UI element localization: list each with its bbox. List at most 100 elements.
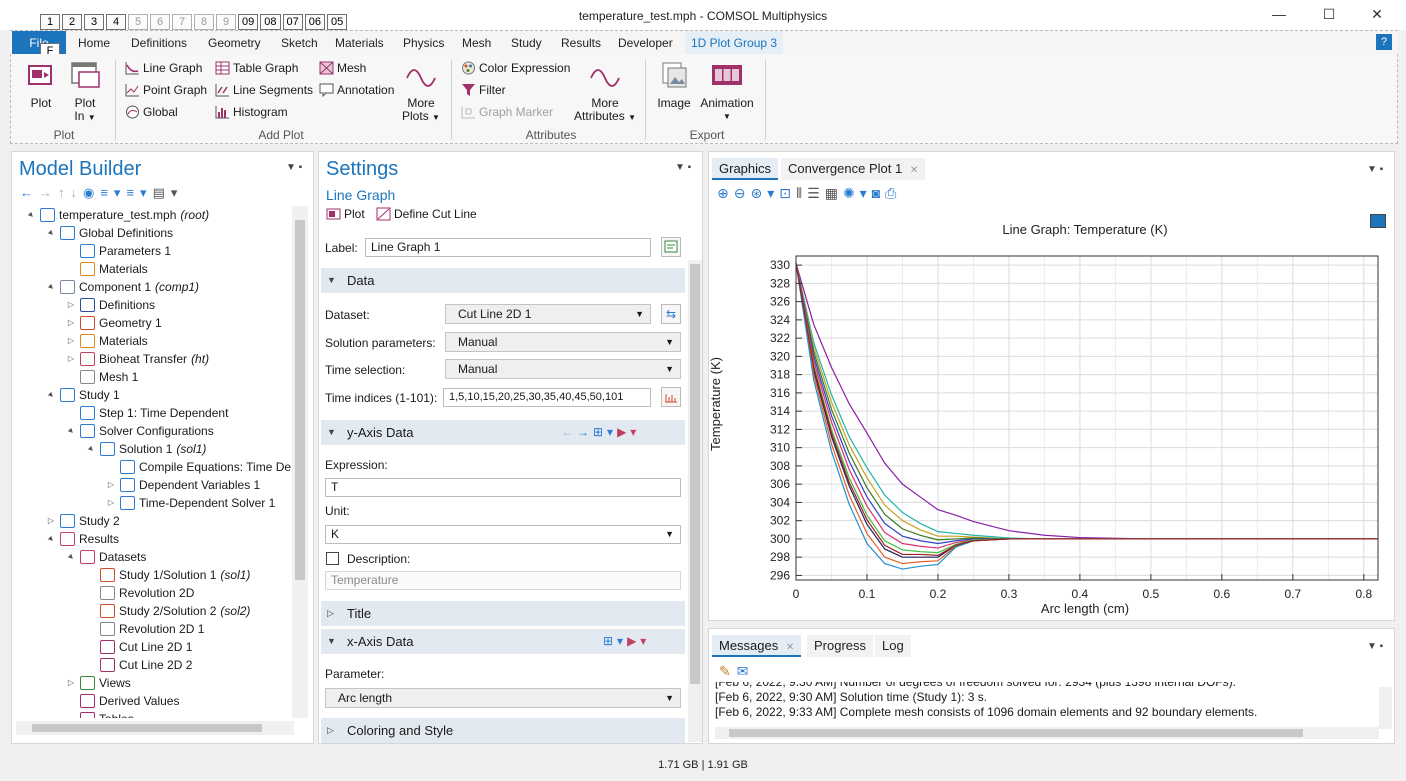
messages-hscrollbar[interactable] [715, 727, 1379, 739]
tree-scrollbar[interactable] [292, 206, 308, 718]
tab-materials[interactable]: Materials [335, 31, 384, 55]
tab-developer[interactable]: Developer [618, 31, 673, 55]
expand-triangle-icon[interactable]: ▷ [106, 494, 116, 512]
collapse-triangle-icon[interactable]: ▲ [41, 385, 61, 405]
tree-node[interactable]: Materials [66, 260, 148, 278]
tree-node[interactable]: Revolution 2D [86, 584, 194, 602]
tree-scrollbar-thumb[interactable] [295, 220, 305, 580]
time-indices-field[interactable]: 1,5,10,15,20,25,30,35,40,45,50,101 [443, 388, 651, 407]
histogram-button[interactable]: Histogram [215, 102, 288, 122]
help-button[interactable]: ? [1376, 34, 1392, 50]
collapse-triangle-icon[interactable]: ▲ [61, 421, 81, 441]
expression-field[interactable]: T [325, 478, 681, 497]
tree-node[interactable]: ▷ Bioheat Transfer (ht) [66, 350, 209, 368]
tree-node[interactable]: ▷ Time-Dependent Solver 1 [106, 494, 275, 512]
tree-node[interactable]: ▲ Study 1 [45, 386, 120, 404]
unit-select[interactable]: K ▼ [325, 525, 681, 544]
tree-node[interactable]: Cut Line 2D 2 [86, 656, 192, 674]
camera-icon[interactable]: ◙ [872, 185, 885, 201]
collapse-icon[interactable]: ≡▾ [126, 185, 152, 200]
tab-mesh[interactable]: Mesh [462, 31, 491, 55]
tab-graphics[interactable]: Graphics [712, 158, 779, 180]
tree-node[interactable]: Study 1/Solution 1 (sol1) [86, 566, 250, 584]
line-graph-button[interactable]: Line Graph [125, 58, 202, 78]
close-tab-icon[interactable]: ✕ [786, 642, 794, 653]
maximize-button[interactable]: ☐ [1314, 4, 1344, 24]
collapse-triangle-icon[interactable]: ▲ [41, 529, 61, 549]
tab-results[interactable]: Results [561, 31, 601, 55]
legend-icon[interactable]: ☰ [807, 185, 825, 201]
tree-node[interactable]: ▲ Global Definitions [45, 224, 173, 242]
move-down-icon[interactable]: ↓ [71, 185, 84, 200]
tree-node[interactable]: ▲ Datasets [65, 548, 146, 566]
dataset-goto-button[interactable]: ⇆ [661, 304, 681, 324]
section-y-axis-data[interactable]: ▼ y-Axis Data ←→⊞▾▶▾ [321, 420, 685, 445]
table-graph-button[interactable]: Table Graph [215, 58, 298, 78]
tab-geometry[interactable]: Geometry [208, 31, 261, 55]
messages-hscrollbar-thumb[interactable] [729, 729, 1303, 737]
section-data[interactable]: ▼ Data [321, 268, 685, 293]
settings-plot-button[interactable]: Plot [326, 204, 365, 224]
zoom-in-icon[interactable]: ⊕ [717, 185, 734, 201]
collapse-triangle-icon[interactable]: ▲ [41, 277, 61, 297]
tree-node[interactable]: ▲ Solver Configurations [65, 422, 214, 440]
dataset-select[interactable]: Cut Line 2D 1 ▼ [445, 304, 651, 324]
replace-expression-left-icon[interactable]: ← [561, 425, 577, 439]
back-arrow-icon[interactable]: ← [20, 185, 39, 200]
tree-node[interactable]: Compile Equations: Time De [106, 458, 291, 476]
description-field[interactable]: Temperature [325, 571, 681, 590]
forward-arrow-icon[interactable]: → [39, 185, 58, 200]
expand-triangle-icon[interactable]: ▷ [66, 314, 76, 332]
tab-progress[interactable]: Progress [807, 635, 874, 657]
settings-scrollbar[interactable] [688, 260, 702, 742]
mesh-plot-button[interactable]: Mesh [319, 58, 366, 78]
settings-scrollbar-thumb[interactable] [690, 264, 700, 684]
tree-node[interactable]: Study 2/Solution 2 (sol2) [86, 602, 250, 620]
print-icon[interactable]: ⎙ [885, 185, 901, 201]
tab-study[interactable]: Study [511, 31, 542, 55]
expand-icon[interactable]: ≡▾ [100, 185, 126, 200]
panel-menu-icon[interactable]: ▼ ▪ [1367, 641, 1383, 652]
panel-menu-icon[interactable]: ▼ ▪ [286, 162, 302, 173]
expand-triangle-icon[interactable]: ▷ [66, 674, 76, 692]
image-export-button[interactable]: Image [655, 60, 693, 110]
plot-button[interactable]: Plot [23, 60, 59, 110]
filter-button[interactable]: Filter [461, 80, 506, 100]
animation-button[interactable]: Animation ▼ [697, 60, 757, 123]
more-plots-button[interactable]: More Plots ▼ [401, 60, 441, 124]
expand-triangle-icon[interactable]: ▷ [66, 350, 76, 368]
section-coloring-and-style[interactable]: ▷ Coloring and Style [321, 718, 685, 743]
close-tab-icon[interactable]: ✕ [910, 165, 918, 176]
tab-definitions[interactable]: Definitions [131, 31, 187, 55]
insert-expression-icon[interactable]: ⊞▾ [593, 425, 617, 439]
time-indices-range-button[interactable] [661, 387, 681, 407]
tree-node[interactable]: Derived Values [66, 692, 179, 710]
tab-sketch[interactable]: Sketch [281, 31, 318, 55]
tab-convergence-plot[interactable]: Convergence Plot 1 ✕ [781, 158, 926, 180]
zoom-extents-icon[interactable]: ⊡ [779, 185, 796, 201]
expand-triangle-icon[interactable]: ▷ [66, 332, 76, 350]
tree-node[interactable]: ▷ Views [66, 674, 131, 692]
panel-menu-icon[interactable]: ▼ ▪ [1367, 164, 1383, 175]
messages-scrollbar[interactable] [1379, 687, 1392, 729]
email-messages-icon[interactable]: ✉ [737, 663, 755, 679]
collapse-triangle-icon[interactable]: ▲ [21, 206, 41, 225]
replace-expression-right-icon[interactable]: → [577, 425, 593, 439]
range-color-icon[interactable]: ▶▾ [617, 425, 640, 439]
more-attributes-button[interactable]: More Attributes ▼ [573, 60, 637, 124]
axis-grid-icon[interactable]: ⦀ [796, 185, 807, 201]
zoom-out-icon[interactable]: ⊖ [734, 185, 751, 201]
label-field[interactable]: Line Graph 1 [365, 238, 651, 257]
collapse-triangle-icon[interactable]: ▲ [81, 439, 101, 459]
clear-messages-icon[interactable]: ✎ [719, 663, 737, 679]
tree-node[interactable]: ▲ Component 1 (comp1) [45, 278, 199, 296]
section-title[interactable]: ▷ Title [321, 601, 685, 626]
move-up-icon[interactable]: ↑ [58, 185, 71, 200]
tab-1d-plot-group[interactable]: 1D Plot Group 3 [685, 31, 784, 55]
tree-node[interactable]: ▷ Definitions [66, 296, 155, 314]
collapse-triangle-icon[interactable]: ▲ [61, 547, 81, 567]
tree-node[interactable]: ▷ Study 2 [46, 512, 120, 530]
color-expression-button[interactable]: Color Expression [461, 58, 570, 78]
expand-triangle-icon[interactable]: ▷ [46, 512, 56, 530]
description-checkbox[interactable] [326, 552, 339, 565]
